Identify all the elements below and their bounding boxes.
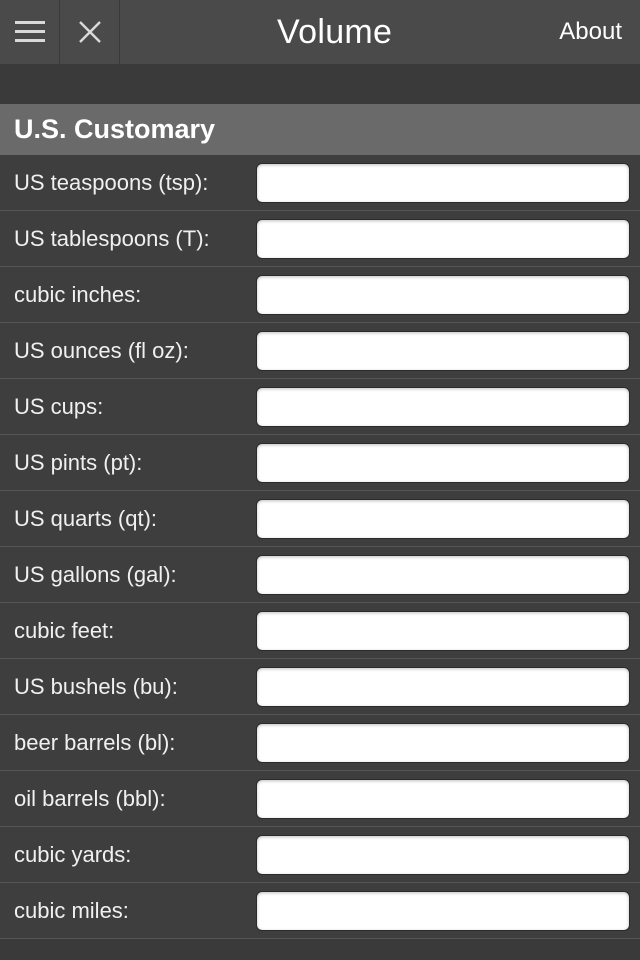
row-cubic-feet: cubic feet: — [0, 603, 640, 659]
row-label: US bushels (bu): — [0, 674, 256, 700]
row-label: cubic yards: — [0, 842, 256, 868]
us-ounces-input[interactable] — [256, 331, 630, 371]
us-gallons-input[interactable] — [256, 555, 630, 595]
row-input-wrap — [256, 547, 640, 602]
row-oil-barrels: oil barrels (bbl): — [0, 771, 640, 827]
row-label: beer barrels (bl): — [0, 730, 256, 756]
row-label: cubic inches: — [0, 282, 256, 308]
row-beer-barrels: beer barrels (bl): — [0, 715, 640, 771]
section-header: U.S. Customary — [0, 104, 640, 155]
row-label: US gallons (gal): — [0, 562, 256, 588]
row-us-teaspoons: US teaspoons (tsp): — [0, 155, 640, 211]
row-label: cubic miles: — [0, 898, 256, 924]
row-us-tablespoons: US tablespoons (T): — [0, 211, 640, 267]
row-input-wrap — [256, 827, 640, 882]
beer-barrels-input[interactable] — [256, 723, 630, 763]
us-quarts-input[interactable] — [256, 499, 630, 539]
row-label: US tablespoons (T): — [0, 226, 256, 252]
row-us-pints: US pints (pt): — [0, 435, 640, 491]
row-input-wrap — [256, 435, 640, 490]
row-us-quarts: US quarts (qt): — [0, 491, 640, 547]
row-label: oil barrels (bbl): — [0, 786, 256, 812]
row-label: cubic feet: — [0, 618, 256, 644]
us-teaspoons-input[interactable] — [256, 163, 630, 203]
row-label: US cups: — [0, 394, 256, 420]
row-input-wrap — [256, 491, 640, 546]
menu-button[interactable] — [0, 0, 60, 64]
cubic-miles-input[interactable] — [256, 891, 630, 931]
menu-icon — [15, 21, 45, 43]
row-cubic-inches: cubic inches: — [0, 267, 640, 323]
row-cubic-miles: cubic miles: — [0, 883, 640, 939]
row-label: US teaspoons (tsp): — [0, 170, 256, 196]
row-input-wrap — [256, 323, 640, 378]
row-input-wrap — [256, 603, 640, 658]
row-cubic-yards: cubic yards: — [0, 827, 640, 883]
us-cups-input[interactable] — [256, 387, 630, 427]
row-input-wrap — [256, 211, 640, 266]
row-label: US pints (pt): — [0, 450, 256, 476]
row-us-bushels: US bushels (bu): — [0, 659, 640, 715]
close-button[interactable] — [60, 0, 120, 64]
row-input-wrap — [256, 267, 640, 322]
topbar: Volume About — [0, 0, 640, 64]
close-icon — [77, 19, 103, 45]
about-button[interactable]: About — [549, 18, 640, 46]
row-us-ounces: US ounces (fl oz): — [0, 323, 640, 379]
us-tablespoons-input[interactable] — [256, 219, 630, 259]
row-input-wrap — [256, 715, 640, 770]
row-input-wrap — [256, 659, 640, 714]
us-pints-input[interactable] — [256, 443, 630, 483]
row-us-gallons: US gallons (gal): — [0, 547, 640, 603]
cubic-inches-input[interactable] — [256, 275, 630, 315]
us-bushels-input[interactable] — [256, 667, 630, 707]
row-us-cups: US cups: — [0, 379, 640, 435]
page-title: Volume — [120, 13, 549, 52]
row-input-wrap — [256, 883, 640, 938]
oil-barrels-input[interactable] — [256, 779, 630, 819]
row-input-wrap — [256, 379, 640, 434]
cubic-feet-input[interactable] — [256, 611, 630, 651]
row-label: US quarts (qt): — [0, 506, 256, 532]
spacer — [0, 64, 640, 104]
row-label: US ounces (fl oz): — [0, 338, 256, 364]
row-input-wrap — [256, 771, 640, 826]
cubic-yards-input[interactable] — [256, 835, 630, 875]
row-input-wrap — [256, 155, 640, 210]
